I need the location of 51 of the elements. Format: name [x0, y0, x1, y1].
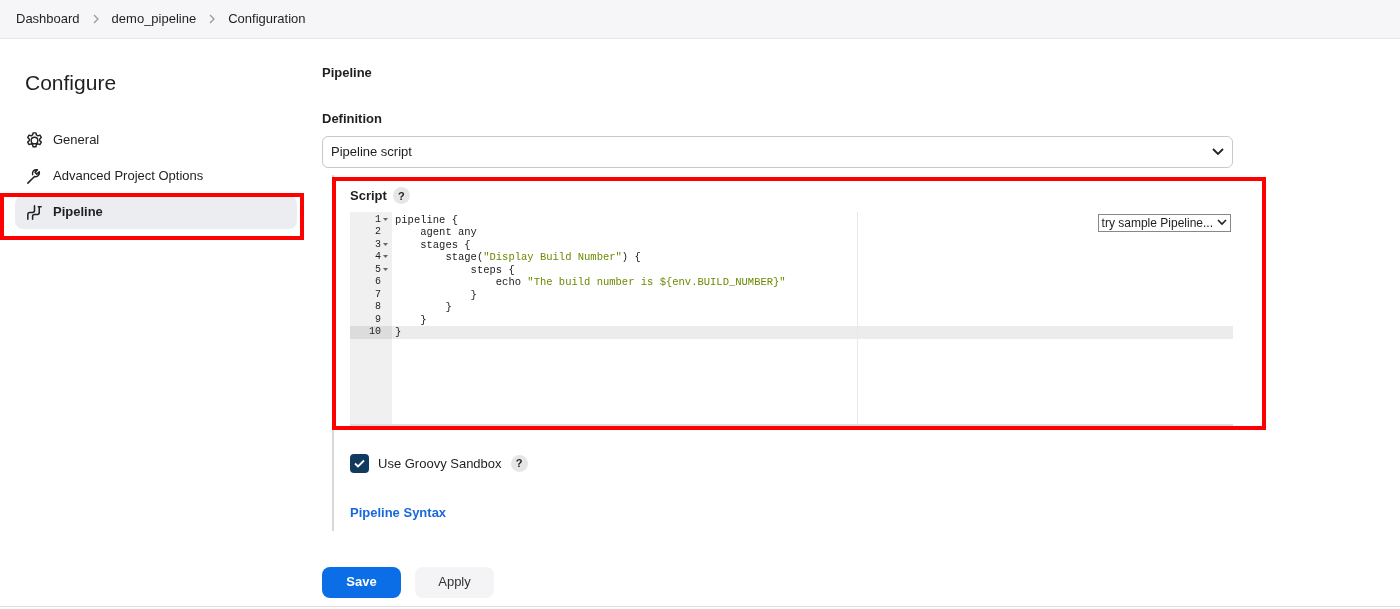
- check-icon: [354, 458, 365, 468]
- code-editor[interactable]: 1 2 3 4 5 6 7 8 9 10 pipeline { agent any stages { stage("Display Build Number") { steps { echo "The build number is ${env.BUILD_NUMBER}" } } } } try sample Pipeline...: [350, 211, 1233, 426]
- checkbox-label: Use Groovy Sandbox: [378, 454, 502, 473]
- code-line: pipeline {: [395, 214, 458, 225]
- line-number: 5: [375, 264, 381, 275]
- code-line: }: [444, 302, 452, 313]
- code-line: stage("Display Build Number") {: [444, 252, 641, 263]
- chevron-icon: [208, 14, 217, 24]
- definition-select[interactable]: Pipeline script: [322, 136, 1233, 168]
- help-button[interactable]: ?: [392, 187, 410, 205]
- line-number: 9: [375, 314, 381, 325]
- section-title: Pipeline: [322, 64, 373, 82]
- line-number: 8: [375, 302, 381, 313]
- line-number: 2: [375, 227, 381, 238]
- code-line: stages {: [419, 239, 471, 250]
- fold-arrow-icon[interactable]: [383, 242, 388, 247]
- code-line: steps {: [469, 264, 515, 275]
- apply-button[interactable]: Apply: [415, 566, 494, 598]
- code-line: }: [469, 289, 477, 300]
- fold-arrow-icon[interactable]: [383, 255, 388, 260]
- chevron-icon: [91, 14, 100, 24]
- breadcrumb-link[interactable]: Dashboard: [16, 9, 80, 29]
- field-label: Definition: [322, 109, 383, 128]
- fold-arrow-icon[interactable]: [383, 217, 388, 222]
- sidebar-item[interactable]: Pipeline: [15, 195, 297, 229]
- settings-icon: [25, 130, 44, 150]
- breadcrumb-link[interactable]: demo_pipeline: [111, 9, 197, 29]
- field-label: Script: [350, 187, 387, 205]
- line-number: 10: [369, 327, 381, 338]
- line-number: 6: [375, 277, 381, 288]
- line-number: 1: [375, 214, 381, 225]
- sidebar-item[interactable]: Advanced Project Options: [15, 159, 297, 193]
- help-button[interactable]: ?: [510, 454, 528, 472]
- code-line: echo "The build number is ${env.BUILD_NUMBER}": [494, 277, 786, 288]
- checkbox[interactable]: [350, 453, 369, 473]
- breadcrumb-link[interactable]: Configuration: [228, 9, 306, 29]
- chevron-down-icon: [1212, 148, 1224, 156]
- code-line: }: [395, 327, 402, 338]
- chevron-down-icon: [1217, 219, 1227, 226]
- code-line: }: [419, 314, 427, 325]
- save-button[interactable]: Save: [322, 566, 401, 598]
- line-number: 4: [375, 252, 381, 263]
- fold-arrow-icon[interactable]: [383, 267, 388, 272]
- sidebar-title: Configure: [25, 70, 118, 96]
- line-number: 7: [375, 289, 381, 300]
- code-line: agent any: [419, 227, 477, 238]
- sidebar-item[interactable]: General: [15, 123, 297, 157]
- pipeline-icon: [25, 202, 44, 222]
- line-number: 3: [375, 239, 381, 250]
- pipeline-syntax-link[interactable]: Pipeline Syntax: [350, 503, 447, 523]
- sample-select[interactable]: try sample Pipeline...: [1097, 213, 1231, 232]
